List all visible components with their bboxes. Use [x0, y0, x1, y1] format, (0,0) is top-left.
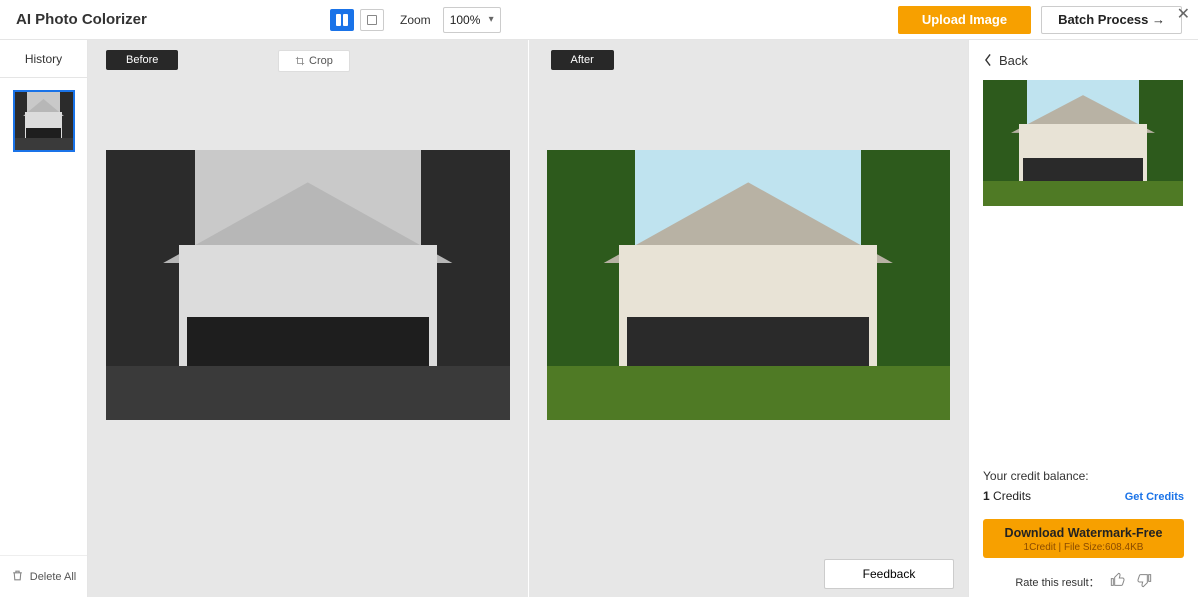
zoom-value: 100%	[450, 13, 481, 27]
close-icon[interactable]: ✕	[1177, 4, 1190, 24]
right-panel: Back Your credit balance: 1 Credits Get …	[968, 40, 1198, 597]
body-columns: History Delete All Before Crop	[0, 40, 1198, 597]
rate-label: Rate this result：	[1015, 574, 1099, 590]
crop-button[interactable]: Crop	[278, 50, 350, 72]
zoom-label: Zoom	[400, 13, 431, 27]
view-single-button[interactable]	[360, 9, 384, 31]
header-right-controls: Upload Image Batch Process →	[898, 6, 1182, 34]
rate-row: Rate this result：	[983, 572, 1184, 591]
before-badge: Before	[106, 50, 178, 70]
after-image[interactable]	[547, 150, 951, 420]
after-pane: After Feedback	[528, 40, 969, 597]
get-credits-link[interactable]: Get Credits	[1125, 491, 1184, 503]
view-split-button[interactable]	[330, 9, 354, 31]
download-watermark-free-button[interactable]: Download Watermark-Free 1Credit | File S…	[983, 519, 1184, 558]
feedback-button[interactable]: Feedback	[824, 559, 954, 589]
app-title: AI Photo Colorizer	[16, 11, 147, 28]
batch-process-button[interactable]: Batch Process →	[1041, 6, 1182, 34]
delete-all-button[interactable]: Delete All	[0, 555, 87, 597]
back-button[interactable]: Back	[983, 40, 1184, 80]
thumbs-up-icon[interactable]	[1110, 572, 1126, 591]
zoom-select[interactable]: 100% ▾	[443, 7, 501, 33]
before-image[interactable]	[106, 150, 510, 420]
thumbnail-image	[15, 92, 73, 150]
before-pane: Before Crop	[88, 40, 528, 597]
history-header: History	[0, 40, 87, 78]
upload-image-button[interactable]: Upload Image	[898, 6, 1031, 34]
header-bar: AI Photo Colorizer Zoom 100% ▾ Upload Im…	[0, 0, 1198, 40]
back-chevron-icon	[983, 53, 993, 67]
credit-block: Your credit balance: 1 Credits Get Credi…	[983, 459, 1184, 597]
workspace: Before Crop After Feedback	[88, 40, 968, 597]
history-thumbnail[interactable]	[13, 90, 75, 152]
sidebar: History Delete All	[0, 40, 88, 597]
credits-value: 1 Credits	[983, 489, 1031, 503]
result-preview[interactable]	[983, 80, 1183, 206]
thumbs-down-icon[interactable]	[1136, 572, 1152, 591]
trash-icon	[11, 569, 24, 585]
delete-all-label: Delete All	[30, 571, 76, 583]
download-main-label: Download Watermark-Free	[983, 526, 1184, 540]
chevron-down-icon: ▾	[489, 14, 494, 25]
header-center-controls: Zoom 100% ▾	[330, 7, 501, 33]
download-sub-label: 1Credit | File Size:608.4KB	[983, 542, 1184, 553]
crop-icon	[295, 56, 305, 66]
after-badge: After	[551, 50, 614, 70]
crop-label: Crop	[309, 55, 333, 67]
back-label: Back	[999, 53, 1028, 68]
credit-balance-label: Your credit balance:	[983, 469, 1184, 483]
